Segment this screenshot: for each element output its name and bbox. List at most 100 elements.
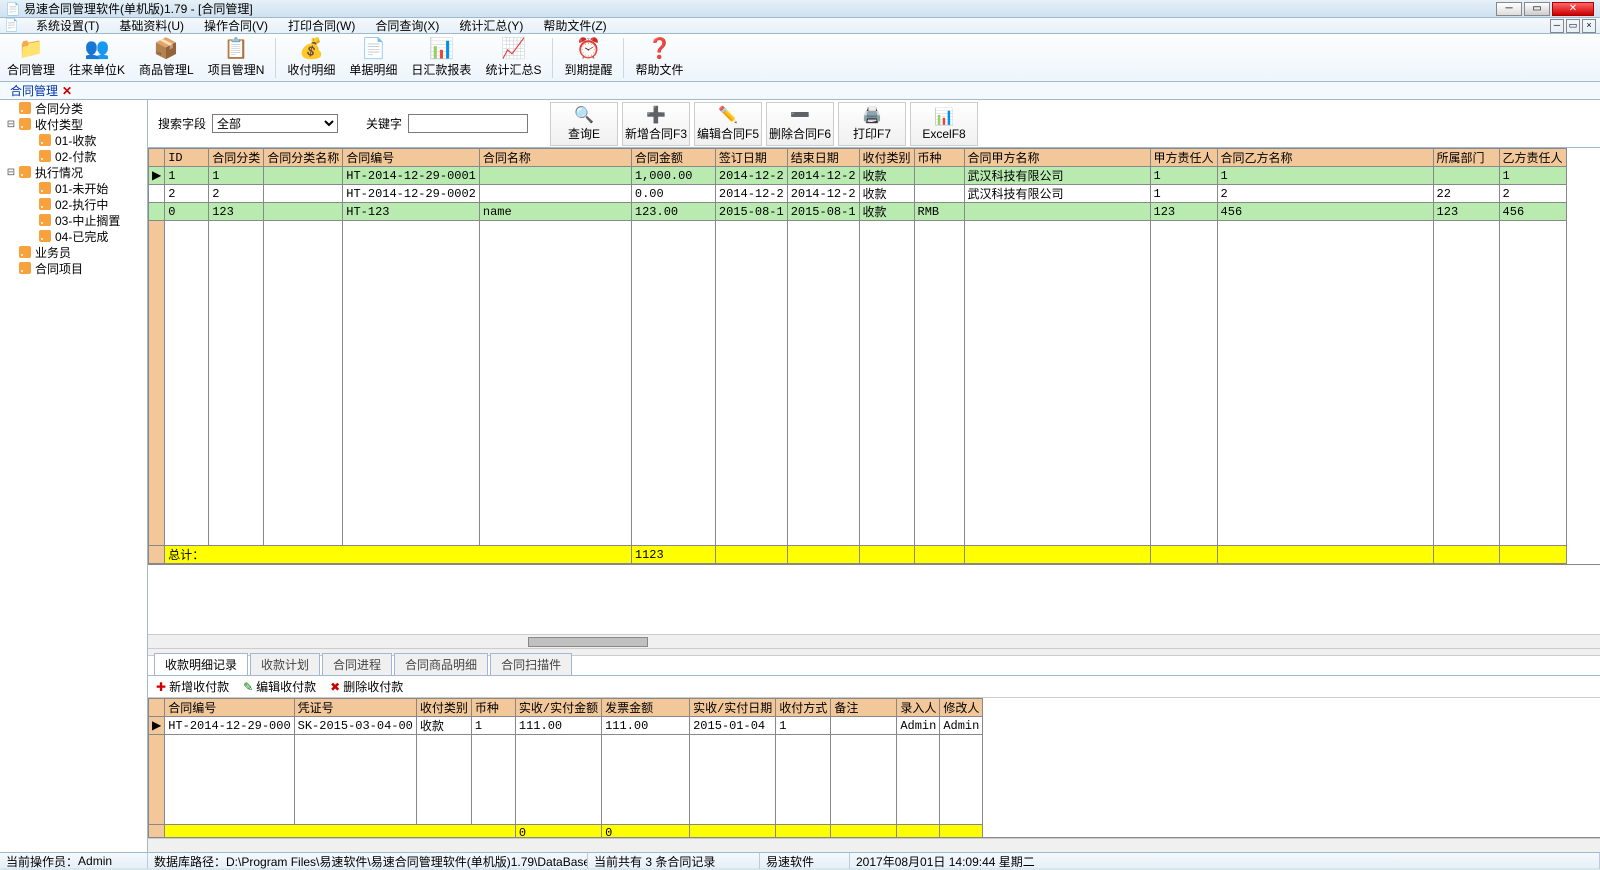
grid-header[interactable]: 收付类别: [859, 149, 914, 167]
menu-item[interactable]: 统计汇总(Y): [449, 18, 533, 34]
tree-item[interactable]: 02-执行中: [0, 196, 147, 212]
mdi-close-button[interactable]: ×: [1582, 19, 1596, 33]
window-minimize-button[interactable]: ─: [1496, 2, 1522, 16]
detail-header[interactable]: 实收/实付日期: [690, 699, 776, 717]
category-tree[interactable]: 合同分类 ⊟ 收付类型 01-收款 02-付款 ⊟ 执行情况 01-未开始 02…: [0, 100, 148, 852]
detail-tab[interactable]: 合同商品明细: [394, 653, 488, 675]
tree-item[interactable]: 02-付款: [0, 148, 147, 164]
grid-header[interactable]: 币种: [914, 149, 964, 167]
menu-item[interactable]: 操作合同(V): [194, 18, 278, 34]
tree-item[interactable]: 01-收款: [0, 132, 147, 148]
rss-icon: [18, 117, 32, 131]
detail-header[interactable]: 实收/实付金额: [515, 699, 601, 717]
grid-header[interactable]: 合同名称: [479, 149, 631, 167]
rss-icon: [18, 101, 32, 115]
tree-expander-icon[interactable]: ⊟: [4, 167, 18, 178]
tree-item[interactable]: 04-已完成: [0, 228, 147, 244]
rss-icon: [18, 245, 32, 259]
grid-header[interactable]: 乙方责任人: [1499, 149, 1566, 167]
grid-header[interactable]: 所属部门: [1433, 149, 1499, 167]
search-field-select[interactable]: 全部: [212, 114, 338, 133]
tree-item[interactable]: ⊟ 收付类型: [0, 116, 147, 132]
grid-header[interactable]: 合同乙方名称: [1217, 149, 1433, 167]
subtoolbar-删除收付款[interactable]: ✖ 删除收付款: [330, 678, 403, 695]
action-删除合同F6[interactable]: ➖ 删除合同F6: [766, 102, 834, 146]
toolbar-统计汇总S[interactable]: 📈 统计汇总S: [478, 35, 548, 81]
subtoolbar-新增收付款[interactable]: ✚ 新增收付款: [156, 678, 229, 695]
tab-close-icon[interactable]: ✕: [62, 84, 72, 98]
tree-item[interactable]: ⊟ 执行情况: [0, 164, 147, 180]
mdi-restore-button[interactable]: ▭: [1566, 19, 1580, 33]
detail-header[interactable]: 备注: [831, 699, 897, 717]
toolbar-项目管理N[interactable]: 📋 项目管理N: [201, 35, 272, 81]
window-close-button[interactable]: ✕: [1552, 2, 1594, 16]
grid-header[interactable]: 甲方责任人: [1150, 149, 1217, 167]
grid-header[interactable]: 合同分类: [209, 149, 264, 167]
toolbar-帮助文件[interactable]: ❓ 帮助文件: [628, 35, 690, 81]
app-icon: 📄: [6, 2, 20, 16]
tree-item[interactable]: 合同项目: [0, 260, 147, 276]
table-row[interactable]: 22HT-2014-12-29-0002 0.002014-12-22014-1…: [149, 185, 1567, 203]
tree-item[interactable]: 01-未开始: [0, 180, 147, 196]
menu-item[interactable]: 系统设置(T): [26, 18, 109, 34]
grid-header[interactable]: 合同分类名称: [264, 149, 343, 167]
toolbar-单据明细[interactable]: 📄 单据明细: [342, 35, 404, 81]
action-打印F7[interactable]: 🖨️ 打印F7: [838, 102, 906, 146]
status-db-label: 数据库路径：: [154, 853, 226, 869]
menu-item[interactable]: 合同查询(X): [365, 18, 449, 34]
toolbar-合同管理[interactable]: 📁 合同管理: [0, 35, 62, 81]
mdi-minimize-button[interactable]: ─: [1550, 19, 1564, 33]
action-查询E[interactable]: 🔍 查询E: [550, 102, 618, 146]
toolbar-收付明细[interactable]: 💰 收付明细: [280, 35, 342, 81]
action-新增合同F3[interactable]: ➕ 新增合同F3: [622, 102, 690, 146]
detail-header[interactable]: 凭证号: [294, 699, 416, 717]
detail-header[interactable]: 修改人: [940, 699, 983, 717]
detail-header[interactable]: [149, 699, 165, 717]
detail-header[interactable]: 收付方式: [776, 699, 831, 717]
status-operator: Admin: [78, 854, 112, 868]
detail-header[interactable]: 发票金额: [602, 699, 690, 717]
detail-header[interactable]: 录入人: [897, 699, 940, 717]
grid-header[interactable]: 签订日期: [715, 149, 787, 167]
action-编辑合同F5[interactable]: ✏️ 编辑合同F5: [694, 102, 762, 146]
grid-hscrollbar[interactable]: [148, 634, 1600, 648]
menu-item[interactable]: 打印合同(W): [278, 18, 365, 34]
tree-expander-icon[interactable]: ⊟: [4, 119, 18, 130]
grid-header[interactable]: 合同编号: [343, 149, 480, 167]
action-ExcelF8[interactable]: 📊 ExcelF8: [910, 102, 978, 146]
detail-row[interactable]: ▶HT-2014-12-29-000SK-2015-03-04-00收款1 11…: [149, 717, 983, 735]
detail-tab[interactable]: 合同进程: [322, 653, 392, 675]
toolbar-到期提醒[interactable]: ⏰ 到期提醒: [557, 35, 619, 81]
toolbar-日汇款报表[interactable]: 📊 日汇款报表: [404, 35, 478, 81]
menu-item[interactable]: 帮助文件(Z): [533, 18, 616, 34]
tree-item[interactable]: 03-中止搁置: [0, 212, 147, 228]
tab-contract-mgmt[interactable]: 合同管理 ✕: [4, 83, 78, 99]
payment-detail-table[interactable]: 合同编号凭证号收付类别币种实收/实付金额发票金额实收/实付日期收付方式备注录入人…: [148, 698, 983, 838]
grid-header[interactable]: 合同甲方名称: [964, 149, 1150, 167]
detail-header[interactable]: 收付类别: [416, 699, 471, 717]
contract-table[interactable]: ID合同分类合同分类名称合同编号合同名称合同金额签订日期结束日期收付类别币种合同…: [148, 148, 1567, 564]
subtoolbar-编辑收付款[interactable]: ✎ 编辑收付款: [243, 678, 316, 695]
window-restore-button[interactable]: ▭: [1524, 2, 1550, 16]
toolbar-商品管理L[interactable]: 📦 商品管理L: [132, 35, 201, 81]
grid-header[interactable]: 结束日期: [787, 149, 859, 167]
detail-tab[interactable]: 收款明细记录: [154, 653, 248, 675]
table-row[interactable]: ▶ 11HT-2014-12-29-0001 1,000.002014-12-2…: [149, 167, 1567, 185]
toolbar-icon: 💰: [299, 37, 324, 61]
detail-tab[interactable]: 合同扫描件: [490, 653, 572, 675]
detail-hscrollbar[interactable]: [148, 838, 1600, 852]
tree-item[interactable]: 业务员: [0, 244, 147, 260]
action-label: 编辑合同F5: [697, 125, 759, 142]
detail-tab[interactable]: 收款计划: [250, 653, 320, 675]
grid-header[interactable]: 合同金额: [631, 149, 715, 167]
search-keyword-input[interactable]: [408, 114, 528, 133]
action-icon: ➖: [790, 105, 810, 125]
tree-item[interactable]: 合同分类: [0, 100, 147, 116]
detail-header[interactable]: 币种: [471, 699, 515, 717]
table-row[interactable]: 0123HT-123name 123.002015-08-12015-08-1收…: [149, 203, 1567, 221]
grid-header[interactable]: [149, 149, 165, 167]
detail-header[interactable]: 合同编号: [165, 699, 294, 717]
grid-header[interactable]: ID: [165, 149, 209, 167]
toolbar-往来单位K[interactable]: 👥 往来单位K: [62, 35, 132, 81]
menu-item[interactable]: 基础资料(U): [109, 18, 194, 34]
